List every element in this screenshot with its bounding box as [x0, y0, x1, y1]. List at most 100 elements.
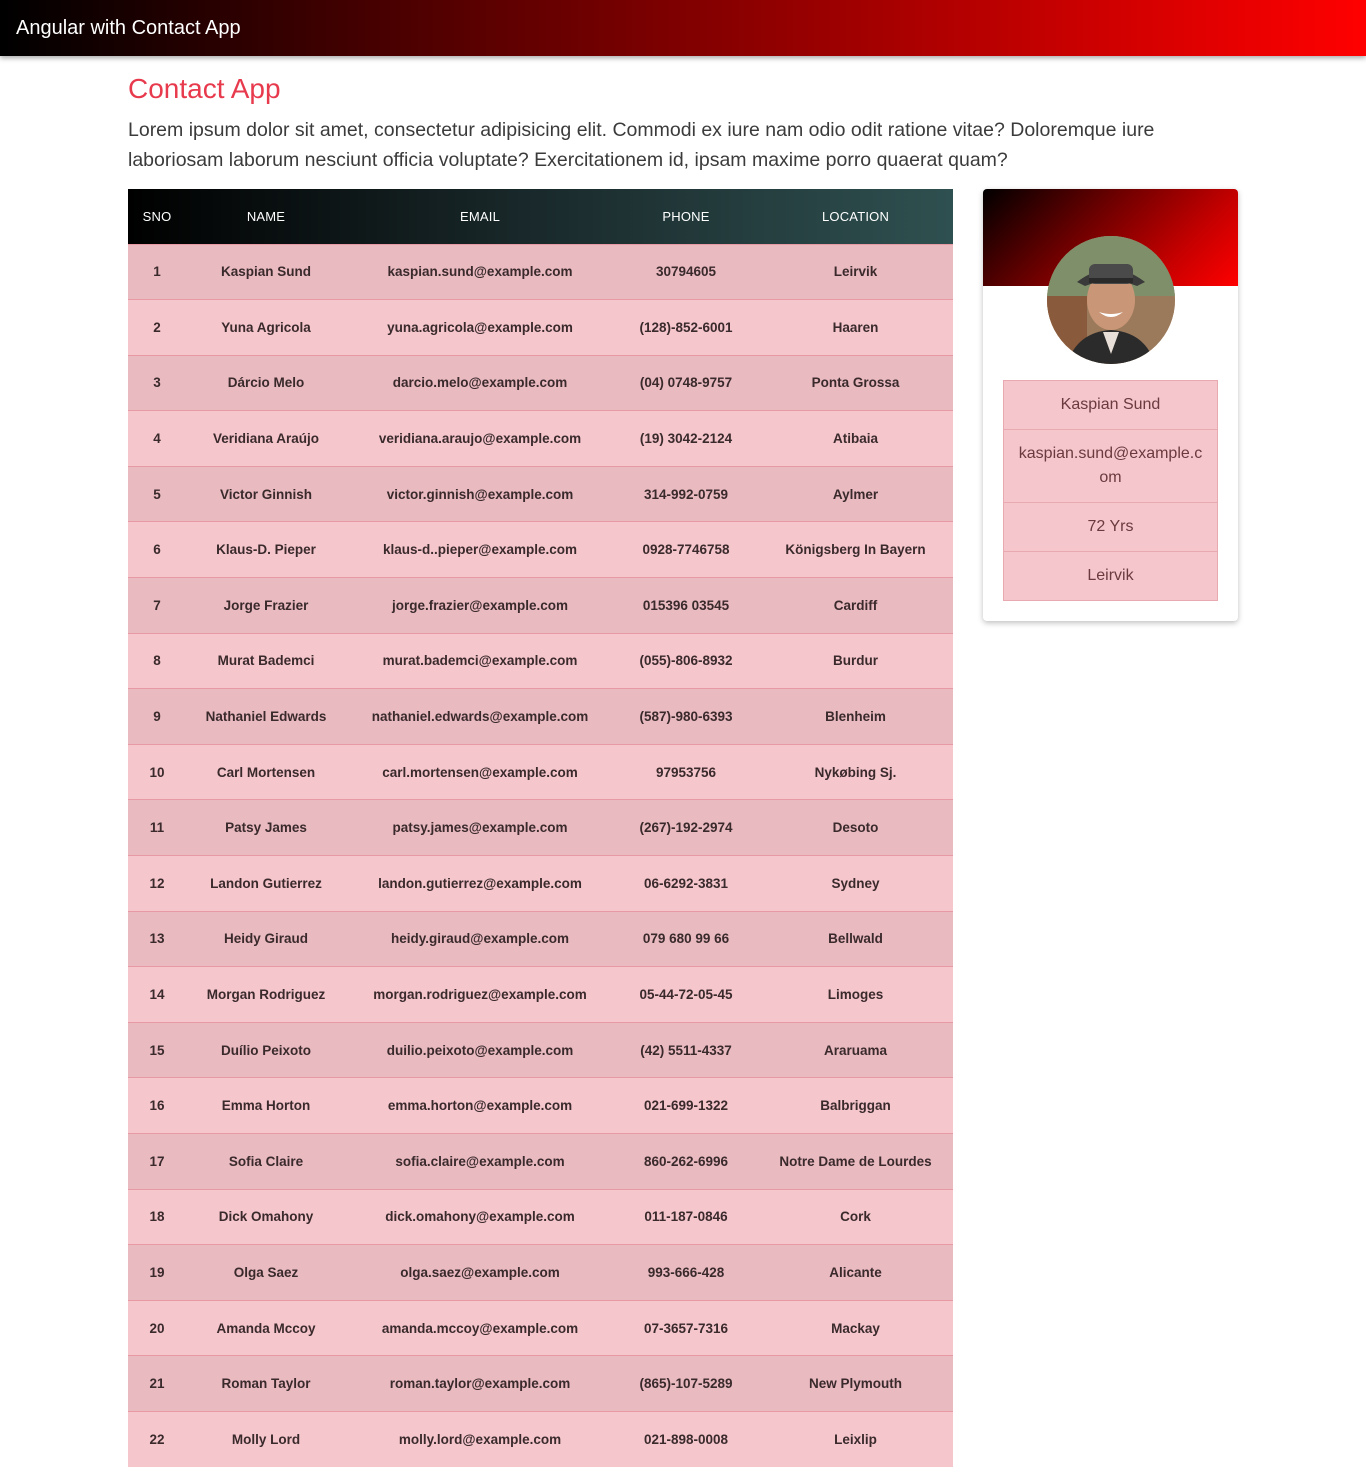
cell-sno: 17 [149, 1153, 165, 1169]
cell-phone: (267)-192-2974 [639, 820, 733, 836]
cell-email: dick.omahony@example.com [385, 1209, 575, 1225]
cell-location: New Plymouth [808, 1376, 902, 1392]
table-row[interactable]: 3 Dárcio Melo darcio.melo@example.com (04) … [128, 355, 953, 411]
column-header-location: LOCATION [821, 208, 890, 224]
page-lead-text: Lorem ipsum dolor sit amet, consectetur … [128, 119, 1155, 171]
cell-name: Carl Mortensen [216, 764, 316, 780]
table-row[interactable]: 2 Yuna Agricola yuna.agricola@example.com (… [128, 299, 953, 356]
cell-name: Murat Bademci [217, 653, 315, 669]
header-row: SNO NAME EMAIL PHONE LOCATION [128, 189, 953, 244]
table-row[interactable]: 15 Duílio Peixoto duilio.peixoto@example.c… [128, 1022, 953, 1078]
cell-phone: (42) 5511-4337 [640, 1042, 732, 1058]
cell-name: Nathaniel Edwards [205, 709, 327, 725]
cell-sno: 16 [149, 1098, 165, 1114]
cell-email: yuna.agricola@example.com [387, 319, 573, 335]
cell-name: Dárcio Melo [227, 375, 305, 391]
table-row[interactable]: 13 Heidy Giraud heidy.giraud@example.com 07… [128, 911, 953, 967]
cell-email: klaus-d..pieper@example.com [383, 542, 577, 558]
column-header-email: EMAIL [459, 208, 500, 224]
cell-email: darcio.melo@example.com [392, 375, 568, 391]
cell-phone: 05-44-72-05-45 [639, 987, 733, 1003]
page-title: Contact App [128, 73, 281, 104]
cell-location: Aylmer [832, 486, 879, 502]
table-row[interactable]: 5 Victor Ginnish victor.ginnish@example.co… [128, 466, 953, 522]
cell-phone: 97953756 [655, 764, 717, 780]
cell-location: Leixlip [834, 1432, 877, 1448]
cell-location: Limoges [827, 987, 884, 1003]
cell-email: victor.ginnish@example.com [386, 486, 574, 502]
cell-sno: 19 [149, 1264, 165, 1280]
cell-location: Desoto [832, 820, 879, 836]
cell-email: landon.gutierrez@example.com [378, 875, 582, 891]
table-row[interactable]: 11 Patsy James patsy.james@example.com (267… [128, 799, 953, 856]
cell-phone: 30794605 [655, 264, 717, 280]
cell-name: Heidy Giraud [223, 931, 309, 947]
table-row[interactable]: 1 Kaspian Sund kaspian.sund@example.com 307… [128, 244, 953, 300]
cell-phone: 011-187-0846 [644, 1209, 728, 1225]
cell-location: Cardiff [833, 597, 878, 613]
cell-email: murat.bademci@example.com [382, 653, 578, 669]
cell-sno: 9 [153, 709, 161, 725]
cell-email: veridiana.araujo@example.com [378, 431, 582, 447]
cell-phone: (055)-806-8932 [639, 653, 733, 669]
table-row[interactable]: 16 Emma Horton emma.horton@example.com 021-… [128, 1077, 953, 1134]
cell-email: duilio.peixoto@example.com [386, 1042, 574, 1058]
contacts-table: SNO NAME EMAIL PHONE LOCATION 1 Kaspian S… [128, 189, 953, 1468]
cell-sno: 2 [153, 319, 161, 335]
cell-email: emma.horton@example.com [387, 1098, 573, 1114]
profile-name: Kaspian Sund [1004, 381, 1217, 429]
cell-sno: 15 [149, 1042, 165, 1058]
table-row[interactable]: 4 Veridiana Araújo veridiana.araujo@exampl… [128, 410, 953, 467]
cell-sno: 8 [153, 653, 161, 669]
cell-phone: 860-262-6996 [643, 1153, 729, 1169]
table-row[interactable]: 7 Jorge Frazier jorge.frazier@example.com 0… [128, 577, 953, 634]
cell-location: Bellwald [828, 931, 883, 947]
table-row[interactable]: 6 Klaus-D. Pieper klaus-d..pieper@example.… [128, 521, 953, 578]
table-body: 1 Kaspian Sund kaspian.sund@example.com 307… [128, 244, 953, 1468]
cell-sno: 21 [149, 1376, 165, 1392]
profile-card: Kaspian Sund kaspian.sund@example.com 72… [983, 189, 1238, 621]
table-row[interactable]: 12 Landon Gutierrez landon.gutierrez@examp… [128, 855, 953, 912]
cell-location: Cork [840, 1209, 871, 1225]
avatar-photo-icon [1047, 236, 1175, 364]
profile-location: Leirvik [1004, 551, 1217, 600]
cell-name: Morgan Rodriguez [206, 987, 326, 1003]
cell-location: Alicante [829, 1264, 882, 1280]
cell-name: Jorge Frazier [223, 597, 309, 613]
cell-name: Emma Horton [221, 1098, 311, 1114]
column-header-sno: SNO [142, 208, 172, 224]
cell-name: Roman Taylor [221, 1376, 311, 1392]
top-navbar: Angular with Contact App [0, 0, 1366, 56]
cell-phone: 021-898-0008 [643, 1432, 729, 1448]
table-row[interactable]: 19 Olga Saez olga.saez@example.com 993-666-… [128, 1244, 953, 1301]
cell-phone: 993-666-428 [647, 1264, 725, 1280]
cell-name: Dick Omahony [218, 1209, 314, 1225]
table-row[interactable]: 22 Molly Lord molly.lord@example.com 021-89… [128, 1411, 953, 1468]
navbar-brand[interactable]: Angular with Contact App [16, 17, 241, 40]
table-row[interactable]: 18 Dick Omahony dick.omahony@example.com 01… [128, 1189, 953, 1245]
profile-avatar [1047, 236, 1175, 364]
cell-sno: 5 [153, 486, 161, 502]
cell-location: Blenheim [825, 709, 886, 725]
cell-phone: 314-992-0759 [643, 486, 729, 502]
cell-phone: 0928-7746758 [642, 542, 730, 558]
cell-phone: 079 680 99 66 [642, 931, 730, 947]
cell-phone: (04) 0748-9757 [639, 375, 733, 391]
column-header-phone: PHONE [662, 208, 710, 224]
table-row[interactable]: 20 Amanda Mccoy amanda.mccoy@example.com 07… [128, 1300, 953, 1356]
table-row[interactable]: 9 Nathaniel Edwards nathaniel.edwards@exam… [128, 688, 953, 745]
cell-sno: 22 [149, 1432, 165, 1448]
cell-sno: 3 [153, 375, 161, 391]
table-row[interactable]: 17 Sofia Claire sofia.claire@example.com 86… [128, 1133, 953, 1190]
table-row[interactable]: 14 Morgan Rodriguez morgan.rodriguez@examp… [128, 966, 953, 1023]
table-row[interactable]: 8 Murat Bademci murat.bademci@example.com (… [128, 633, 953, 689]
cell-sno: 10 [149, 764, 165, 780]
cell-location: Sydney [831, 875, 880, 891]
column-header-name: NAME [246, 208, 286, 224]
table-row[interactable]: 10 Carl Mortensen carl.mortensen@example.c… [128, 744, 953, 800]
table-row[interactable]: 21 Roman Taylor roman.taylor@example.com (8… [128, 1355, 953, 1412]
cell-phone: (128)-852-6001 [639, 319, 733, 335]
cell-name: Molly Lord [231, 1432, 301, 1448]
cell-sno: 4 [153, 431, 161, 447]
cell-email: olga.saez@example.com [400, 1264, 560, 1280]
